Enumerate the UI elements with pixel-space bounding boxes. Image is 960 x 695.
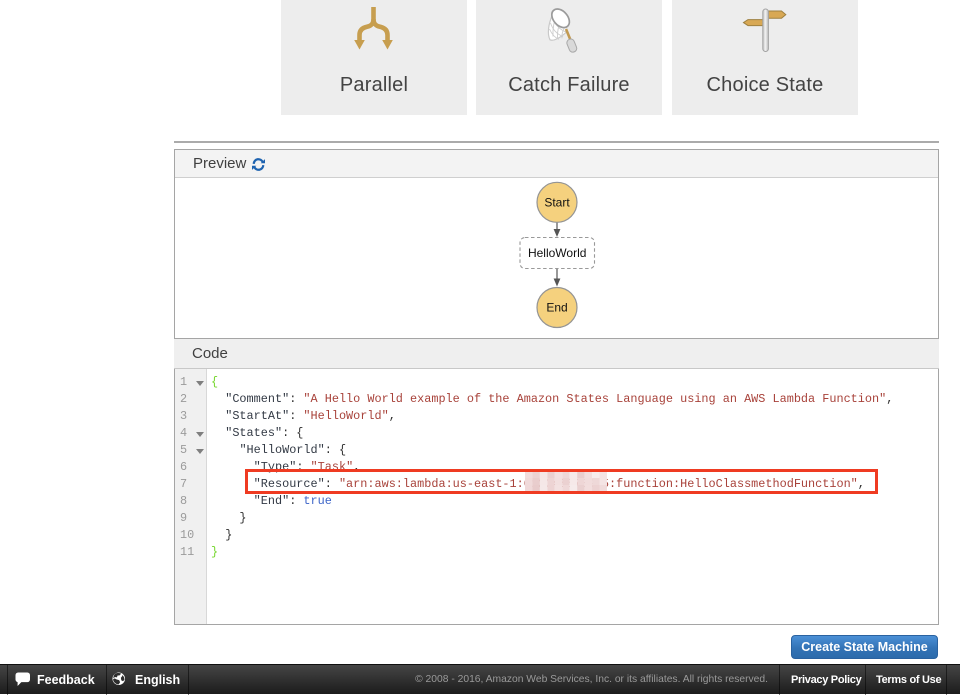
svg-text:HelloWorld: HelloWorld (528, 246, 586, 260)
svg-text:End: End (546, 301, 567, 315)
svg-text:Start: Start (544, 196, 570, 210)
